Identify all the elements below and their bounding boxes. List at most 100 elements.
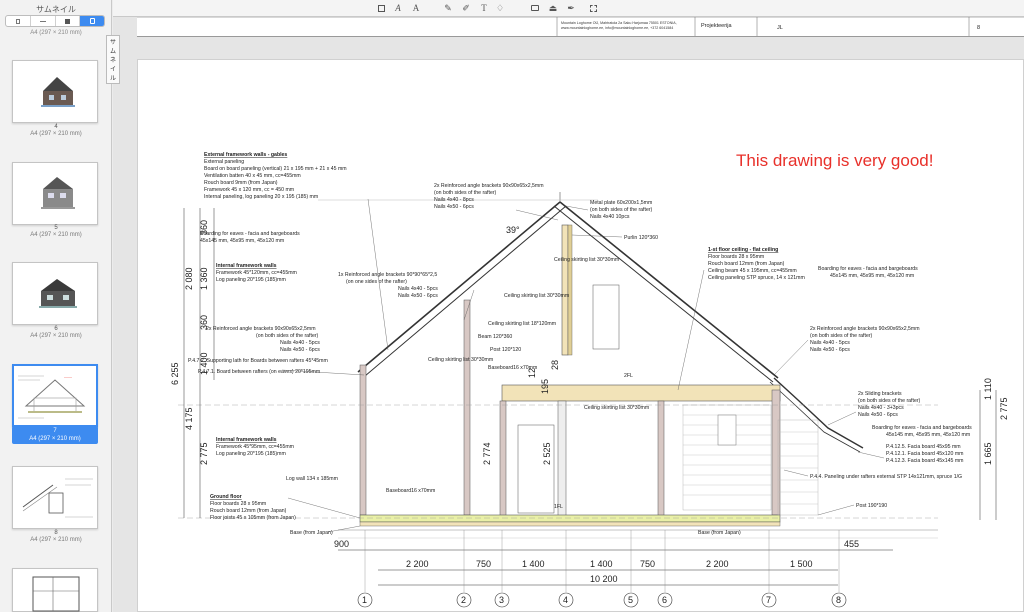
note-line: P.4.7.1. Board between rafters (on eaves… — [198, 369, 320, 375]
note-line: 45x145 mm, 45x95 mm, 45x120 mm — [830, 273, 914, 279]
note-line: Nails 4x40 - 3+3pcs — [858, 405, 904, 411]
page-number: 6 — [54, 326, 58, 332]
tooltip: サムネイル — [106, 35, 120, 84]
thumbnail-house-elevation — [39, 279, 77, 308]
contact-sheet-icon — [64, 18, 70, 24]
signature-icon[interactable]: ✒ — [565, 2, 577, 14]
note-line: Framework 45*95mm, cc=455mm — [216, 444, 294, 450]
text-style-icon[interactable]: A — [411, 2, 421, 14]
axis-label: 6 — [662, 595, 667, 605]
text-insert-icon[interactable]: T — [479, 2, 489, 14]
note-line: 45x145 mm, 45x95 mm, 45x120 mm — [200, 238, 284, 244]
note-line: Post 190*190 — [856, 503, 887, 509]
page-thumbnail-8[interactable] — [12, 466, 98, 529]
dimension-label: 1 360 — [199, 267, 209, 290]
dimension-label: 750 — [476, 559, 491, 569]
thumbnail-icon — [89, 18, 95, 24]
note-line: Nails 4x50 - 6pcs — [398, 293, 438, 299]
page-thumbnail-6[interactable] — [12, 262, 98, 325]
note-title: External framework walls - gables — [204, 152, 287, 158]
note-line: (on both sides of the rafter) — [810, 333, 873, 339]
thumbnail-sidebar: サムネイル サムネイル A4 (297 × 210 mm) 4 A4 (297 … — [0, 0, 120, 612]
previous-page-title-block: Mountain Loghome OÜ, Mahtratola 2a Saku … — [137, 16, 1024, 37]
dimension-label: 4 175 — [184, 407, 194, 430]
page-thumbnail-7[interactable]: —— — [12, 364, 98, 427]
dimension-label: 750 — [640, 559, 655, 569]
document-viewer[interactable]: Mountain Loghome OÜ, Mahtratola 2a Saku … — [113, 16, 1024, 612]
axis-label: 3 — [499, 595, 504, 605]
page-size-label: A4 (297 × 210 mm) — [30, 232, 82, 238]
note-line: Purlin 120*360 — [624, 235, 658, 241]
sidebar-view-outline[interactable] — [6, 16, 31, 26]
note-line: Rouch board 12mm (from Japan) — [708, 261, 785, 267]
sidebar-view-thumbnails[interactable] — [80, 16, 104, 26]
page-7: 360 1 360 2 080 360 1 400 6 255 4 175 2 … — [137, 59, 1024, 612]
page-thumbnail-9[interactable] — [12, 568, 98, 612]
dimension-label: 1 500 — [790, 559, 813, 569]
note-line: Nails 4x40 - 8pcs — [434, 197, 474, 203]
log-siding — [682, 404, 819, 516]
thumbnail-section-drawing: —— — [18, 374, 86, 419]
annotations: External framework walls - gables Extern… — [188, 152, 972, 536]
dimension-label: 2 775 — [199, 442, 209, 465]
text-box-icon[interactable]: A — [393, 2, 403, 14]
note-line: P.4.12.1. Facia board 45x120 mm — [886, 451, 963, 457]
axis-label: 8 — [836, 595, 841, 605]
pen-icon[interactable]: ✎ — [443, 2, 453, 14]
level-marker: 1FL — [554, 504, 563, 510]
sidebar-view-contact[interactable] — [56, 16, 81, 26]
note-line: Floor joists 45 x 105mm (from Japan) — [210, 515, 296, 521]
dimension-label: 1 400 — [522, 559, 545, 569]
dimension-label: 2 080 — [184, 267, 194, 290]
red-comment-annotation[interactable]: This drawing is very good! — [736, 151, 933, 170]
page-number: 8 — [54, 530, 58, 536]
note-line: 2x Reinforced angle brackets 90x90x65x2,… — [810, 326, 920, 332]
note-line: Log paneling 20*195 (185)mm — [216, 451, 286, 457]
note-line: Boarding for eaves - facia and bargeboar… — [872, 425, 972, 431]
dimension-label: 2 525 — [542, 442, 552, 465]
note-line: Nails 4x50 - 6pcs — [280, 347, 320, 353]
role-label: Projekteerija — [701, 23, 733, 29]
axis-label: 2 — [461, 595, 466, 605]
shapes-icon[interactable]: ♢ — [495, 2, 505, 14]
note-line: Baseboard16 x70mm — [386, 488, 435, 494]
dimension-label: 28 — [550, 360, 560, 370]
dimension-label: 6 255 — [170, 362, 180, 385]
svg-text:——: —— — [64, 374, 72, 379]
note-line: Metal plate 60x200x1,5mm — [590, 200, 652, 206]
sidebar-view-list[interactable] — [31, 16, 56, 26]
axis-label: 4 — [563, 595, 568, 605]
page-thumbnail-4[interactable] — [12, 60, 98, 123]
axis-label: 1 — [362, 595, 367, 605]
note-line: Nails 4x40 - 5pcs — [398, 286, 438, 292]
stamp-icon[interactable]: ⏏ — [547, 2, 559, 14]
page-thumbnail-5[interactable] — [12, 162, 98, 225]
crop-icon[interactable] — [587, 2, 599, 14]
dimension-label: 1 110 — [983, 378, 993, 400]
selected-page-label: 7 A4 (297 × 210 mm) — [12, 426, 98, 444]
note-title: 1-st floor ceiling - flat ceiling — [708, 247, 778, 253]
page-number: 7 — [53, 428, 57, 434]
note-line: P.4.4. Paneling under rafters external S… — [810, 474, 962, 480]
thumbnail-detail-drawing — [22, 478, 93, 518]
note-line: 2x Reinforced angle brackets 90x90x65x2,… — [206, 326, 316, 332]
note-line: Baseboard16 x70mm — [488, 365, 537, 371]
list-icon — [39, 20, 46, 22]
comment-icon[interactable] — [529, 2, 541, 14]
page-size-label: A4 (297 × 210 mm) — [30, 333, 82, 339]
note-line: Internal paneling, log paneling 20 x 195… — [204, 194, 318, 200]
note-line: Base (from Japan) — [290, 530, 333, 536]
highlighter-icon[interactable]: ✐ — [461, 2, 471, 14]
thumbnail-house-elevation — [41, 77, 75, 107]
note-line: Nails 4x50 - 6pcs — [810, 347, 850, 353]
select-text-icon[interactable] — [375, 2, 387, 14]
dimension-label: 1 400 — [590, 559, 613, 569]
note-line: (on one sides of the rafter) — [346, 279, 407, 285]
page-size-label: A4 (297 × 210 mm) — [30, 537, 82, 543]
note-line: Nails 4x40 - 5pcs — [280, 340, 320, 346]
dimension-label: 900 — [334, 539, 349, 549]
note-title: Ground floor — [210, 494, 242, 500]
initials-label: JL — [777, 25, 783, 31]
note-line: 2x Reinforced angle brackets 90x90x65x2,… — [434, 183, 544, 189]
note-line: Framework 45*120mm, cc=455mm — [216, 270, 297, 276]
